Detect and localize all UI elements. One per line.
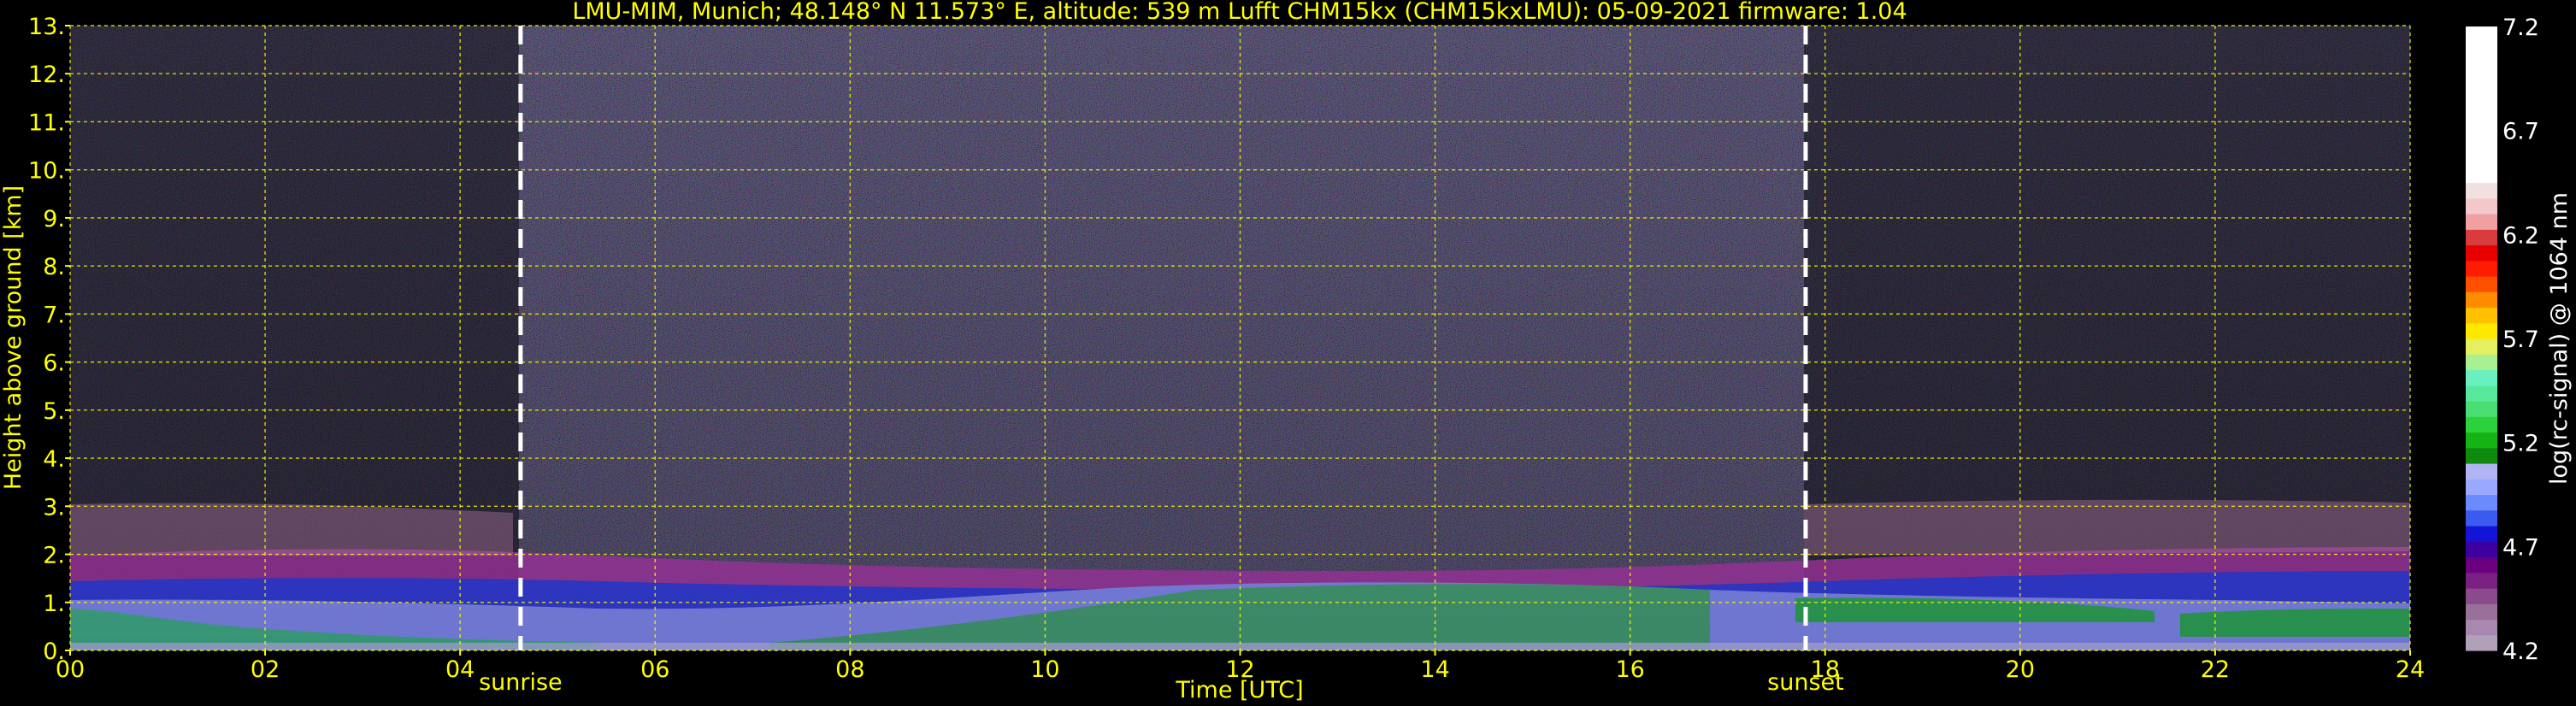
colorbar-segment bbox=[2466, 197, 2497, 215]
x-tick-label: 08 bbox=[835, 656, 864, 683]
x-tick-label: 24 bbox=[2396, 656, 2425, 683]
y-tick-label: 10. bbox=[28, 158, 65, 185]
noise-fade bbox=[70, 26, 2410, 650]
colorbar-segment bbox=[2466, 556, 2497, 574]
colorbar-segment bbox=[2466, 229, 2497, 246]
colorbar-tick-label: 4.7 bbox=[2502, 534, 2539, 561]
colorbar-segment bbox=[2466, 447, 2497, 464]
y-tick-label: 2. bbox=[43, 543, 65, 569]
x-tick-label: 10 bbox=[1030, 656, 1059, 683]
y-tick-label: 11. bbox=[28, 109, 65, 136]
colorbar-tick-label: 7.2 bbox=[2502, 15, 2539, 41]
y-tick-label: 0. bbox=[43, 638, 65, 665]
y-tick-label: 5. bbox=[43, 398, 65, 425]
colorbar-segment bbox=[2466, 634, 2497, 651]
y-tick-label: 4. bbox=[43, 446, 65, 473]
colorbar-segment bbox=[2466, 463, 2497, 479]
colorbar-segment bbox=[2466, 354, 2497, 371]
colorbar-segment bbox=[2466, 182, 2497, 199]
plot-area bbox=[70, 26, 2410, 650]
x-axis-label: Time [UTC] bbox=[1175, 677, 1303, 703]
colorbar-segment bbox=[2466, 385, 2497, 402]
y-tick-label: 12. bbox=[28, 62, 65, 88]
colorbar-segment bbox=[2466, 509, 2497, 527]
colorbar-segment bbox=[2466, 401, 2497, 417]
colorbar-segment bbox=[2466, 214, 2497, 230]
colorbar-tick-label: 4.2 bbox=[2502, 638, 2539, 665]
x-tick-label: 02 bbox=[251, 656, 280, 683]
y-tick-label: 3. bbox=[43, 494, 65, 521]
colorbar-segment bbox=[2466, 526, 2497, 542]
chart-title: LMU-MIM, Munich; 48.148° N 11.573° E, al… bbox=[572, 0, 1907, 25]
y-tick-label: 7. bbox=[43, 302, 65, 328]
x-tick-label: 22 bbox=[2201, 656, 2230, 683]
colorbar-segment bbox=[2466, 260, 2497, 277]
sunrise-label: sunrise bbox=[479, 669, 563, 696]
y-tick-label: 8. bbox=[43, 254, 65, 280]
colorbar-segment bbox=[2466, 291, 2497, 309]
colorbar-segment bbox=[2466, 322, 2497, 339]
colorbar-tick-label: 6.2 bbox=[2502, 222, 2539, 249]
y-tick-label: 9. bbox=[43, 206, 65, 232]
colorbar-segment bbox=[2466, 276, 2497, 292]
colorbar-tick-label: 6.7 bbox=[2502, 119, 2539, 145]
colorbar-tick-label: 5.2 bbox=[2502, 431, 2539, 457]
colorbar-segment bbox=[2466, 588, 2497, 604]
x-tick-label: 20 bbox=[2006, 656, 2035, 683]
colorbar-segment bbox=[2466, 572, 2497, 589]
colorbar-segment bbox=[2466, 338, 2497, 355]
colorbar-tick-label: 5.7 bbox=[2502, 327, 2539, 353]
colorbar-segment bbox=[2466, 26, 2497, 184]
colorbar-segment bbox=[2466, 494, 2497, 511]
x-tick-label: 04 bbox=[445, 656, 475, 683]
y-axis-label: Height above ground [km] bbox=[0, 185, 27, 490]
colorbar: 4.2 4.7 5.2 5.7 6.2 6.7 7.2 bbox=[2466, 15, 2539, 665]
colorbar-segment bbox=[2466, 619, 2497, 636]
y-tick-label: 13. bbox=[28, 14, 65, 40]
ceilometer-chart: LMU-MIM, Munich; 48.148° N 11.573° E, al… bbox=[0, 0, 2573, 703]
colorbar-segment bbox=[2466, 541, 2497, 558]
x-tick-label: 16 bbox=[1615, 656, 1644, 683]
colorbar-segment bbox=[2466, 603, 2497, 621]
y-tick-label: 1. bbox=[43, 591, 65, 617]
colorbar-segment bbox=[2466, 244, 2497, 262]
colorbar-segment bbox=[2466, 369, 2497, 386]
x-tick-label: 18 bbox=[1811, 656, 1840, 683]
y-axis: 0. 1. 2. 3. 4. 5. 6. 7. 8. 9. 10. 11. 12. 13. bbox=[28, 14, 70, 665]
x-tick-label: 06 bbox=[640, 656, 669, 683]
colorbar-segment bbox=[2466, 416, 2497, 433]
colorbar-segment bbox=[2466, 307, 2497, 324]
colorbar-segment bbox=[2466, 432, 2497, 449]
y-tick-label: 6. bbox=[43, 350, 65, 377]
x-tick-label: 14 bbox=[1420, 656, 1449, 683]
colorbar-label: log(rc-signal) @ 1064 nm bbox=[2546, 192, 2573, 485]
colorbar-segment bbox=[2466, 479, 2497, 496]
